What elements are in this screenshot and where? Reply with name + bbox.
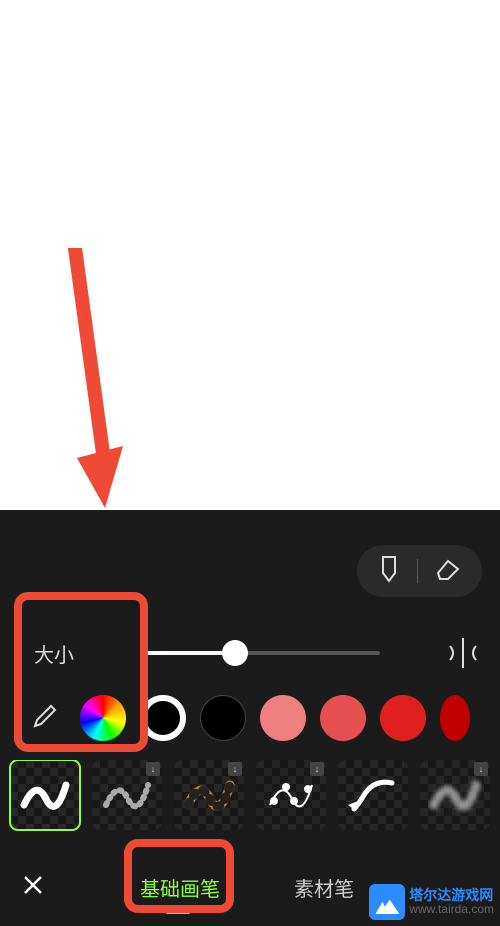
size-slider[interactable] [140,651,380,655]
watermark-logo-icon [369,884,405,920]
drawing-canvas[interactable] [0,0,500,510]
download-badge-icon: ↓ [146,762,160,776]
watermark-text: 塔尔达游戏网 www.tairda.com [409,888,494,917]
download-badge-icon: ↓ [228,762,242,776]
brush-spray-stroke[interactable]: ↓ [420,760,490,830]
brush-bead-stroke[interactable]: ↓ [256,760,326,830]
download-badge-icon: ↓ [474,762,488,776]
eraser-icon[interactable] [434,557,462,586]
watermark: 塔尔达游戏网 www.tairda.com [369,884,494,920]
color-swatch-midred[interactable] [320,695,366,741]
separator [417,559,418,583]
color-swatch-lightred[interactable] [260,695,306,741]
color-swatch-red[interactable] [380,695,426,741]
download-badge-icon: ↓ [310,762,324,776]
brush-pen-icon[interactable] [377,555,401,588]
tab-active-indicator [166,911,190,914]
size-label: 大小 [34,639,74,668]
color-picker-row [0,688,500,748]
watermark-title: 塔尔达游戏网 [409,888,494,903]
watermark-url: www.tairda.com [409,903,494,916]
annotation-arrow [65,248,125,508]
color-wheel-icon[interactable] [80,695,126,741]
close-icon[interactable] [22,872,44,903]
tab-basic-brush[interactable]: 基础画笔 [140,873,220,902]
eyedropper-icon[interactable] [20,695,66,741]
size-control: 大小 [0,618,500,688]
color-swatch-darkred[interactable] [440,695,470,741]
color-swatch-black[interactable] [200,695,246,741]
brush-tiger-stroke[interactable]: ↓ [174,760,244,830]
brush-solid-stroke[interactable] [10,760,80,830]
brush-settings-panel: 大小 ↓ ↓ ↓ [0,510,500,926]
tool-toggle [357,545,482,597]
tab-material-brush[interactable]: 素材笔 [294,873,354,902]
symmetry-icon[interactable] [446,636,480,675]
brush-list: ↓ ↓ ↓ ↓ [0,760,500,834]
color-swatch-white-ring[interactable] [140,695,186,741]
brush-arrow-stroke[interactable] [338,760,408,830]
brush-dotted-stroke[interactable]: ↓ [92,760,162,830]
size-slider-thumb[interactable] [222,640,248,666]
